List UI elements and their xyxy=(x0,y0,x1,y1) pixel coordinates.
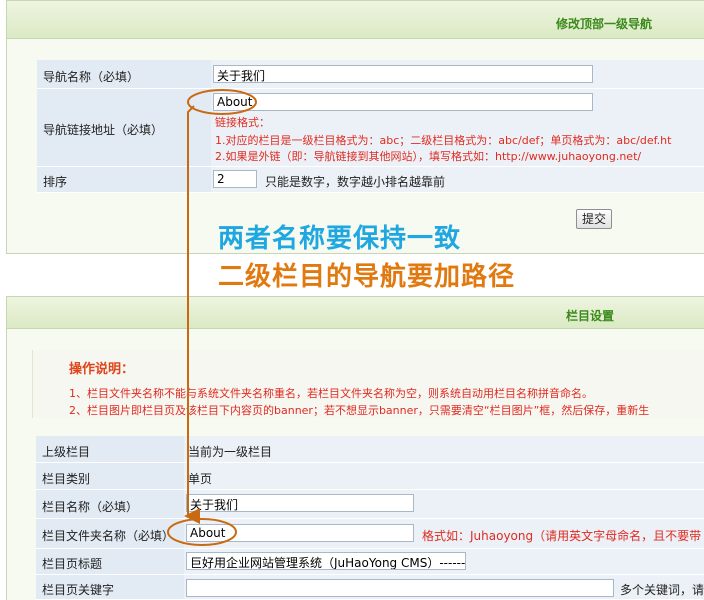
nav-link-input[interactable]: About xyxy=(213,93,593,111)
keywords-row: 栏目页关键字 多个关键词，请 xyxy=(36,575,704,600)
notice-title: 操作说明： xyxy=(69,362,135,377)
nav-sort-input[interactable]: 2 xyxy=(213,170,257,188)
page-title-label: 栏目页标题 xyxy=(42,557,103,571)
type-value: 单页 xyxy=(188,472,213,486)
nav-edit-title: 修改顶部一级导航 xyxy=(555,17,652,31)
folder-hint: 格式如：Juhaoyong（请用英文字母命名，且不要带 xyxy=(422,529,702,543)
type-row: 栏目类别 单页 xyxy=(36,463,704,490)
keywords-input[interactable] xyxy=(186,579,614,597)
cat-name-row: 栏目名称（必填） 关于我们 xyxy=(36,490,704,519)
notice-line-2: 2、栏目图片即栏目页及该栏目下内容页的banner；若不想显示banner，只需… xyxy=(69,404,650,417)
type-label: 栏目类别 xyxy=(42,472,91,486)
link-hint-title: 链接格式： xyxy=(215,116,270,129)
keywords-label: 栏目页关键字 xyxy=(42,583,115,597)
keywords-hint: 多个关键词，请 xyxy=(620,583,704,597)
link-hint-2: 2.如果是外链（即：导航链接到其他网站），填写格式如：http://www.ju… xyxy=(215,150,642,163)
annotation-line-1: 两者名称要保持一致 xyxy=(218,224,462,254)
page-title-input[interactable]: 巨好用企业网站管理系统（JuHaoYong CMS）------- xyxy=(186,552,466,570)
nav-sort-hint: 只能是数字，数字越小排名越靠前 xyxy=(265,175,446,189)
nav-name-label: 导航名称（必填） xyxy=(43,70,140,84)
folder-label: 栏目文件夹名称（必填） xyxy=(42,529,175,543)
notice-box: 操作说明： 1、栏目文件夹名称不能与系统文件夹名称重名，若栏目文件夹名称为空，则… xyxy=(32,350,704,418)
page-title-row: 栏目页标题 巨好用企业网站管理系统（JuHaoYong CMS）------- xyxy=(36,549,704,575)
nav-link-row: 导航链接地址（必填） About 链接格式： 1.对应的栏目是一级栏目格式为：a… xyxy=(37,89,704,167)
nav-edit-header: 修改顶部一级导航 xyxy=(7,1,704,39)
category-settings-header: 栏目设置 xyxy=(7,297,704,329)
category-settings-title: 栏目设置 xyxy=(565,309,614,323)
submit-button[interactable]: 提交 xyxy=(576,209,612,229)
nav-name-input[interactable]: 关于我们 xyxy=(213,65,593,83)
link-hint-1: 1.对应的栏目是一级栏目格式为：abc；二级栏目格式为：abc/def；单页格式… xyxy=(215,134,672,147)
folder-input[interactable]: About xyxy=(186,524,414,542)
nav-link-label: 导航链接地址（必填） xyxy=(43,123,164,137)
nav-name-row: 导航名称（必填） 关于我们 xyxy=(37,60,704,89)
annotation-line-2: 二级栏目的导航要加路径 xyxy=(218,262,516,292)
parent-value: 当前为一级栏目 xyxy=(188,445,273,459)
parent-label: 上级栏目 xyxy=(42,445,91,459)
folder-row: 栏目文件夹名称（必填） About 格式如：Juhaoyong（请用英文字母命名… xyxy=(36,519,704,549)
nav-sort-label: 排序 xyxy=(43,175,68,189)
cat-name-label: 栏目名称（必填） xyxy=(42,500,139,514)
parent-row: 上级栏目 当前为一级栏目 xyxy=(36,436,704,463)
category-form: 上级栏目 当前为一级栏目 栏目类别 单页 栏目名称（必填） 关于我们 栏目文件夹… xyxy=(36,436,704,600)
cat-name-input[interactable]: 关于我们 xyxy=(186,494,414,512)
nav-sort-row: 排序 2 只能是数字，数字越小排名越靠前 xyxy=(37,167,704,193)
notice-line-1: 1、栏目文件夹名称不能与系统文件夹名称重名，若栏目文件夹名称为空，则系统自动用栏… xyxy=(69,387,593,400)
